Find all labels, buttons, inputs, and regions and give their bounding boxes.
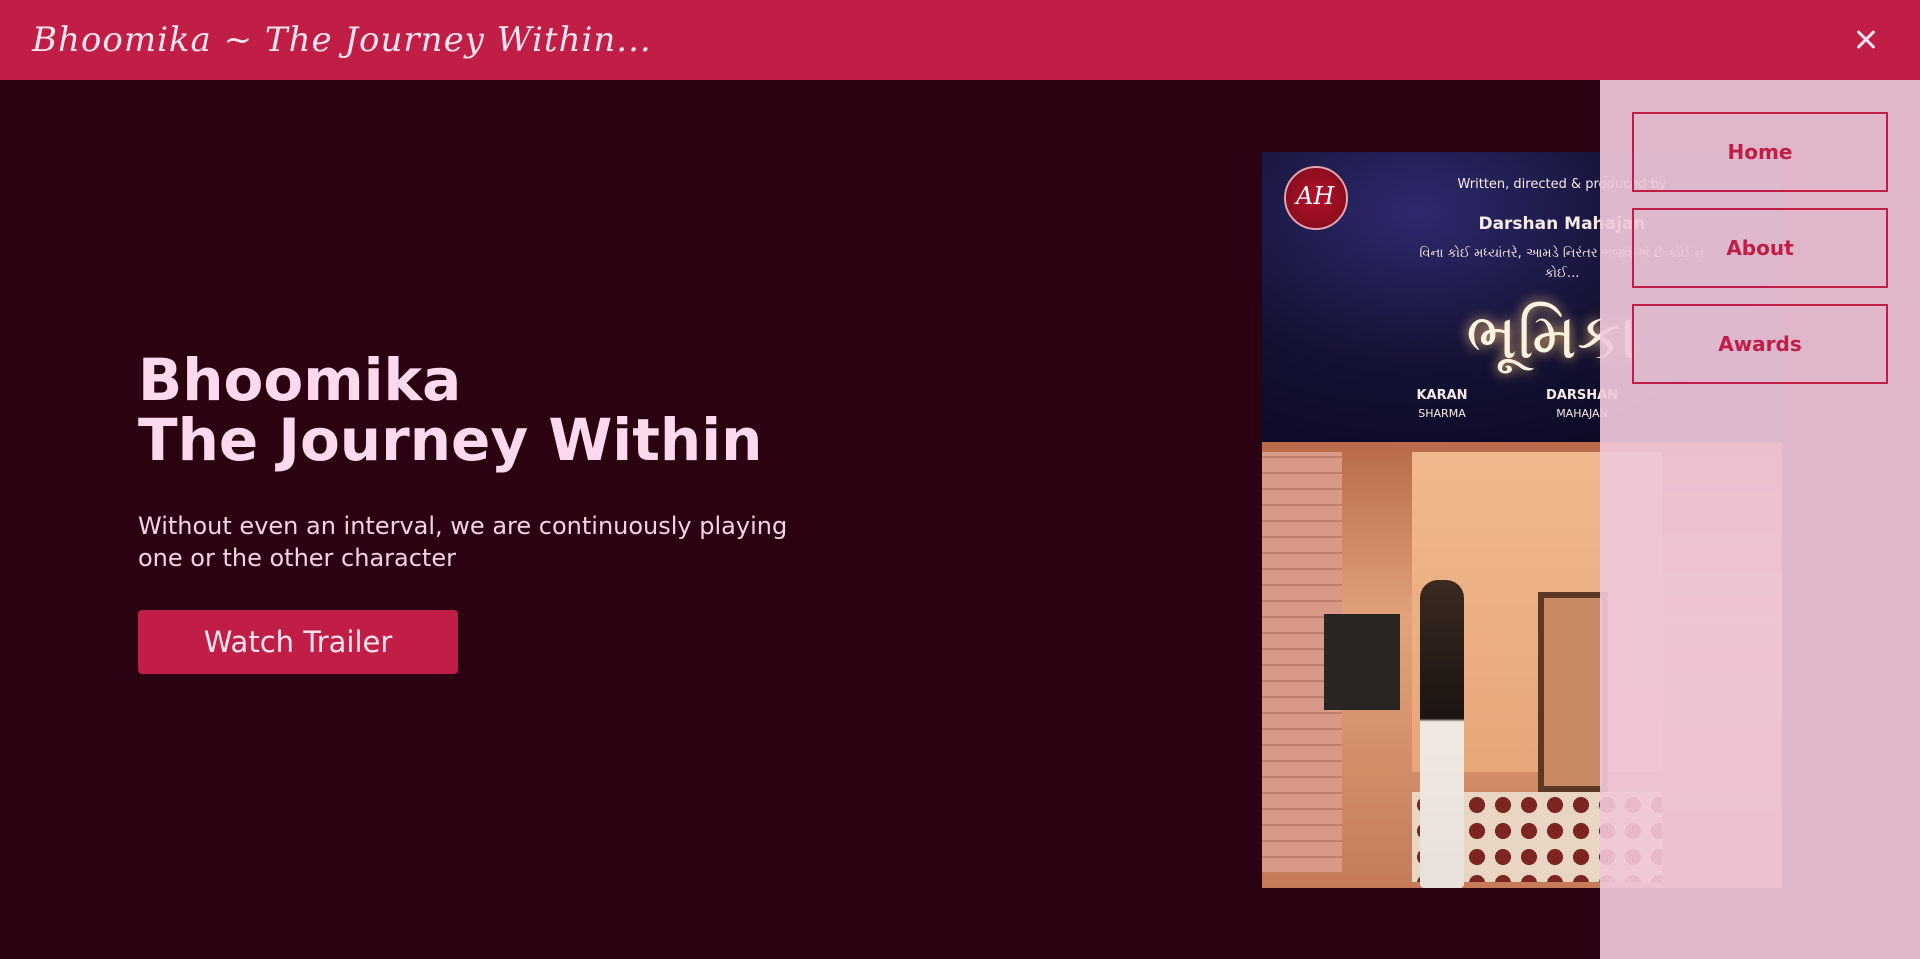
hero-title-line-2: The Journey Within	[138, 406, 763, 474]
cast-last-name: SHARMA	[1418, 407, 1466, 420]
nav-item-about[interactable]: About	[1632, 208, 1888, 288]
poster-cast-1: KARAN SHARMA	[1412, 388, 1472, 420]
cast-first-name: KARAN	[1416, 388, 1468, 403]
production-logo-icon	[1284, 166, 1348, 230]
hero-title-line-1: Bhoomika	[138, 346, 462, 414]
watch-trailer-button[interactable]: Watch Trailer	[138, 610, 458, 674]
nav-item-home[interactable]: Home	[1632, 112, 1888, 192]
poster-door	[1538, 592, 1608, 792]
poster-blackboard	[1324, 614, 1400, 710]
close-icon[interactable]	[1848, 22, 1884, 58]
hero-title: Bhoomika The Journey Within	[138, 350, 838, 470]
brand-title[interactable]: Bhoomika ~ The Journey Within...	[32, 20, 652, 60]
nav-item-awards[interactable]: Awards	[1632, 304, 1888, 384]
nav-drawer: Home About Awards	[1600, 80, 1920, 959]
hero-section: Bhoomika The Journey Within Without even…	[138, 350, 838, 674]
hero-description: Without even an interval, we are continu…	[138, 512, 788, 572]
top-bar: Bhoomika ~ The Journey Within...	[0, 0, 1920, 80]
poster-actor-figure	[1420, 580, 1464, 888]
